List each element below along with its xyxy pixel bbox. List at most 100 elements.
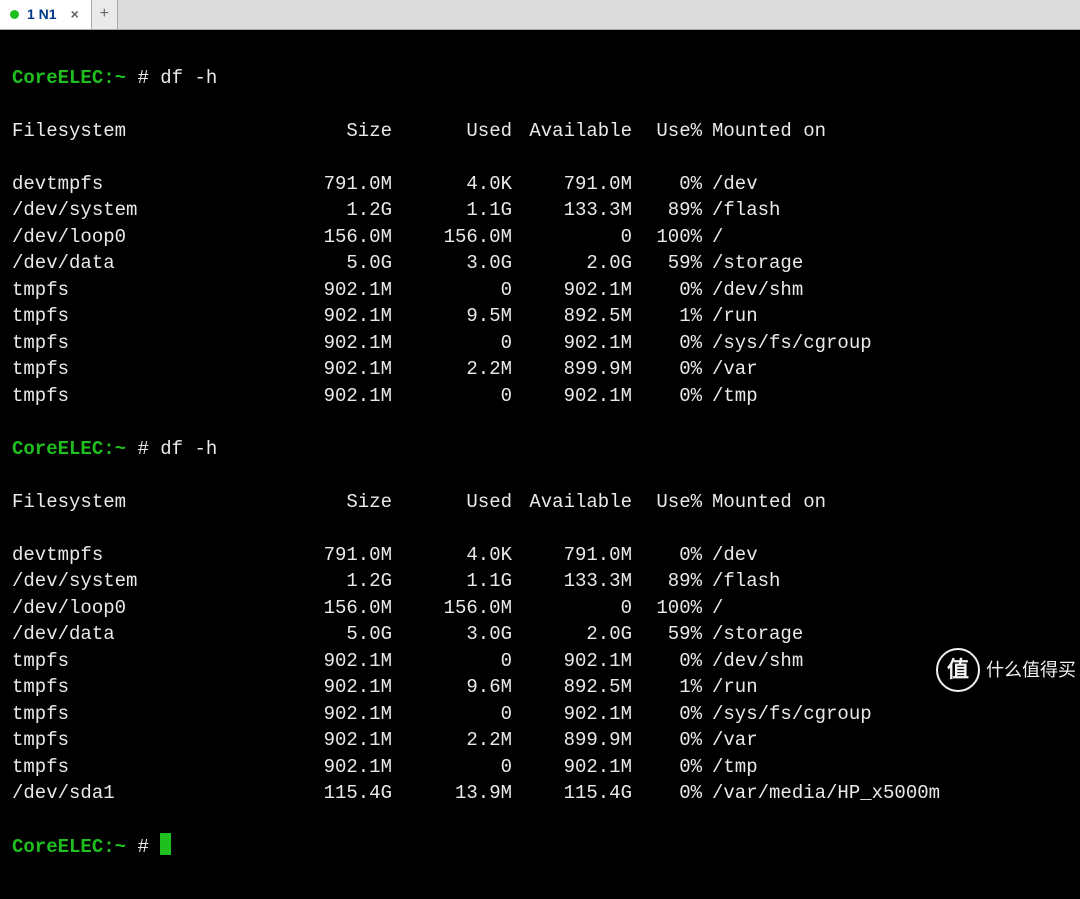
cell-used: 2.2M [392, 727, 512, 754]
cell-avail: 899.9M [512, 356, 632, 383]
cell-usep: 0% [632, 648, 702, 675]
table-row: tmpfs902.1M0902.1M0%/dev/shm [12, 277, 1068, 304]
cell-mnt: /tmp [702, 383, 758, 410]
prompt-hash: # [137, 836, 148, 858]
prompt-hash: # [137, 438, 148, 460]
cell-size: 1.2G [272, 197, 392, 224]
cell-mnt: /storage [702, 621, 803, 648]
cell-avail: 115.4G [512, 780, 632, 807]
cell-avail: 2.0G [512, 250, 632, 277]
cell-size: 5.0G [272, 250, 392, 277]
cell-used: 2.2M [392, 356, 512, 383]
prompt-line: CoreELEC:~ # df -h [12, 436, 1068, 463]
cell-mnt: /run [702, 674, 758, 701]
hdr-used: Used [392, 489, 512, 516]
cell-used: 0 [392, 648, 512, 675]
cell-usep: 100% [632, 224, 702, 251]
cell-used: 0 [392, 277, 512, 304]
table-header: FilesystemSizeUsedAvailableUse%Mounted o… [12, 118, 1068, 145]
cell-used: 156.0M [392, 595, 512, 622]
cell-usep: 0% [632, 727, 702, 754]
table-row: devtmpfs791.0M4.0K791.0M0%/dev [12, 542, 1068, 569]
cell-usep: 0% [632, 356, 702, 383]
cell-mnt: /run [702, 303, 758, 330]
cell-mnt: /flash [702, 568, 780, 595]
cell-usep: 1% [632, 674, 702, 701]
table-row: /dev/system1.2G1.1G133.3M89%/flash [12, 568, 1068, 595]
hdr-size: Size [272, 489, 392, 516]
cell-avail: 791.0M [512, 542, 632, 569]
table-row: /dev/system1.2G1.1G133.3M89%/flash [12, 197, 1068, 224]
hdr-avail: Available [512, 118, 632, 145]
prompt-tilde: ~ [115, 67, 126, 89]
cell-fs: tmpfs [12, 701, 272, 728]
tab-active[interactable]: 1 N1 × [0, 0, 92, 29]
cell-used: 13.9M [392, 780, 512, 807]
cell-size: 902.1M [272, 701, 392, 728]
cell-mnt: /var [702, 727, 758, 754]
cell-fs: tmpfs [12, 303, 272, 330]
table-row: tmpfs902.1M2.2M899.9M0%/var [12, 356, 1068, 383]
cell-size: 1.2G [272, 568, 392, 595]
cursor-icon [160, 833, 171, 855]
table-row: tmpfs902.1M0902.1M0%/dev/shm [12, 648, 1068, 675]
cell-size: 902.1M [272, 356, 392, 383]
cell-mnt: /storage [702, 250, 803, 277]
cell-mnt: /flash [702, 197, 780, 224]
cell-size: 902.1M [272, 754, 392, 781]
hdr-fs: Filesystem [12, 118, 272, 145]
prompt-tilde: ~ [115, 438, 126, 460]
status-dot-icon [10, 10, 19, 19]
command-text: df -h [160, 67, 217, 89]
cell-used: 4.0K [392, 542, 512, 569]
cell-avail: 899.9M [512, 727, 632, 754]
cell-usep: 0% [632, 780, 702, 807]
cell-size: 791.0M [272, 542, 392, 569]
table-row: /dev/data5.0G3.0G2.0G59%/storage [12, 621, 1068, 648]
table-row: /dev/loop0156.0M156.0M0100%/ [12, 224, 1068, 251]
close-icon[interactable]: × [71, 1, 79, 28]
cell-avail: 892.5M [512, 674, 632, 701]
watermark: 值 什么值得买 [936, 648, 1076, 692]
new-tab-button[interactable]: + [92, 0, 118, 29]
cell-mnt: /tmp [702, 754, 758, 781]
prompt-tilde: ~ [115, 836, 126, 858]
table-row: tmpfs902.1M0902.1M0%/tmp [12, 383, 1068, 410]
cell-fs: tmpfs [12, 754, 272, 781]
cell-usep: 0% [632, 542, 702, 569]
table-row: tmpfs902.1M0902.1M0%/sys/fs/cgroup [12, 330, 1068, 357]
cell-size: 156.0M [272, 595, 392, 622]
cell-fs: /dev/system [12, 568, 272, 595]
cell-usep: 0% [632, 171, 702, 198]
cell-size: 902.1M [272, 383, 392, 410]
cell-avail: 902.1M [512, 648, 632, 675]
hdr-mnt: Mounted on [702, 489, 826, 516]
cell-avail: 902.1M [512, 754, 632, 781]
prompt-host: CoreELEC: [12, 67, 115, 89]
cell-fs: /dev/system [12, 197, 272, 224]
hdr-mnt: Mounted on [702, 118, 826, 145]
cell-used: 3.0G [392, 621, 512, 648]
table-row: devtmpfs791.0M4.0K791.0M0%/dev [12, 171, 1068, 198]
cell-fs: tmpfs [12, 277, 272, 304]
cell-fs: /dev/loop0 [12, 595, 272, 622]
cell-usep: 100% [632, 595, 702, 622]
cell-used: 9.6M [392, 674, 512, 701]
cell-used: 9.5M [392, 303, 512, 330]
cell-avail: 902.1M [512, 330, 632, 357]
hdr-usep: Use% [632, 489, 702, 516]
cell-mnt: / [702, 595, 723, 622]
cell-usep: 0% [632, 383, 702, 410]
cell-mnt: / [702, 224, 723, 251]
cell-mnt: /sys/fs/cgroup [702, 330, 872, 357]
cell-used: 1.1G [392, 568, 512, 595]
cell-avail: 0 [512, 224, 632, 251]
table-header: FilesystemSizeUsedAvailableUse%Mounted o… [12, 489, 1068, 516]
cell-size: 5.0G [272, 621, 392, 648]
table-row: /dev/loop0156.0M156.0M0100%/ [12, 595, 1068, 622]
terminal-output[interactable]: CoreELEC:~ # df -h FilesystemSizeUsedAva… [0, 30, 1080, 899]
cell-fs: /dev/data [12, 621, 272, 648]
tab-bar: 1 N1 × + [0, 0, 1080, 30]
watermark-badge-icon: 值 [936, 648, 980, 692]
table-row: /dev/sda1115.4G13.9M115.4G0%/var/media/H… [12, 780, 1068, 807]
